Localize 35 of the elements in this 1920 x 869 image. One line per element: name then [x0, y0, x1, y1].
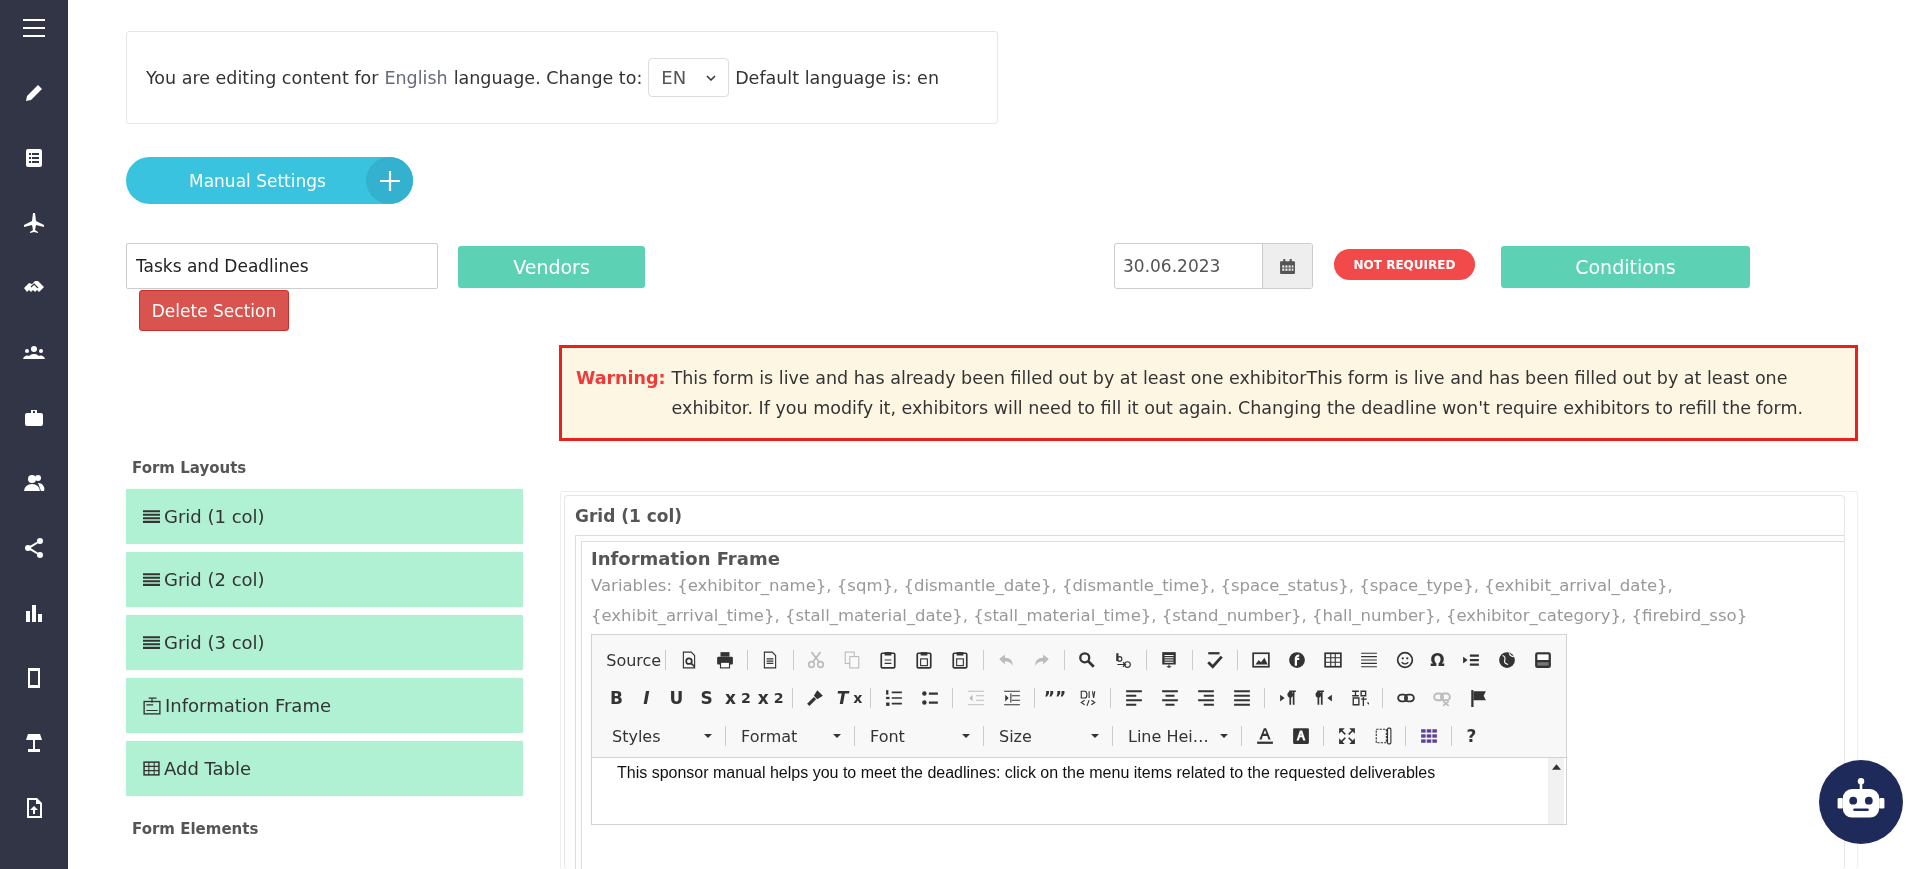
warning-label: Warning: [576, 367, 666, 390]
warning-message: This form is live and has already been filled out by at least one exhibitorThis form is live and has been filled out by at least one exhibitor. If you modify it, exhibitors will need to fill it out again. Changing the deadline won't require exhibitors to refill the form. [671, 367, 1805, 420]
toolbar-dropdown[interactable]: Font [860, 723, 978, 749]
layout-item[interactable]: Grid (1 col) [126, 489, 523, 544]
toolbar-button[interactable]: B [602, 685, 631, 711]
toolbar-dropdown[interactable]: Format [731, 723, 849, 749]
section-heading: Form Elements [131, 819, 260, 840]
language-text: You are editing content for [146, 67, 379, 88]
language-select[interactable]: EN [648, 58, 730, 97]
toolbar-button[interactable]: ”” [1040, 685, 1070, 711]
source-button[interactable]: Source [602, 647, 661, 673]
toolbar-button[interactable]: U [662, 685, 691, 711]
layout-item[interactable]: Grid (2 col) [126, 552, 523, 607]
delete-section-button[interactable]: Delete Section [139, 290, 289, 331]
toolbar-button[interactable]: ? [1457, 723, 1486, 749]
toolbar-dropdown[interactable]: Line Hei… [1118, 723, 1236, 749]
variables-text: Variables: {exhibitor_name}, {sqm}, {dismantle_date}, {dismantle_time}, {space_status}, {space_type}, {exhibit_arrival_date}, {exhibit_arrival_time}, {stall_material_date}, {stall_material_time}, {stand_number}, {hall_number}, {exhibitor_category}, {firebird_sso} [591, 575, 1749, 627]
date-field[interactable]: 30.06.2023 [1114, 243, 1313, 289]
toolbar-dropdown[interactable]: Styles [602, 723, 720, 749]
toolbar-button[interactable]: Ω [1423, 647, 1453, 673]
grid-title: Grid (1 col) [575, 506, 684, 526]
language-text: language. Change to: [453, 67, 643, 88]
layout-item[interactable]: Information Frame [126, 678, 523, 733]
current-language: English [384, 67, 448, 88]
section-name-field[interactable]: Tasks and Deadlines [126, 243, 438, 289]
toolbar-button[interactable]: S [692, 685, 721, 711]
layout-item[interactable]: Add Table [126, 741, 523, 796]
section-heading: Form Layouts [131, 459, 248, 479]
toolbar-dropdown[interactable]: Size [989, 723, 1107, 749]
editor-text: This sponsor manual helps you to meet the deadlines: click on the menu items related to the requested deliverables [617, 764, 1437, 782]
frame-title: Information Frame [591, 548, 781, 569]
toolbar-button[interactable]: I [632, 685, 661, 711]
status-badge[interactable]: NOT REQUIRED [1334, 249, 1475, 280]
default-language-text: Default language is: en [735, 67, 939, 88]
layout-item[interactable]: Grid (3 col) [126, 615, 523, 670]
